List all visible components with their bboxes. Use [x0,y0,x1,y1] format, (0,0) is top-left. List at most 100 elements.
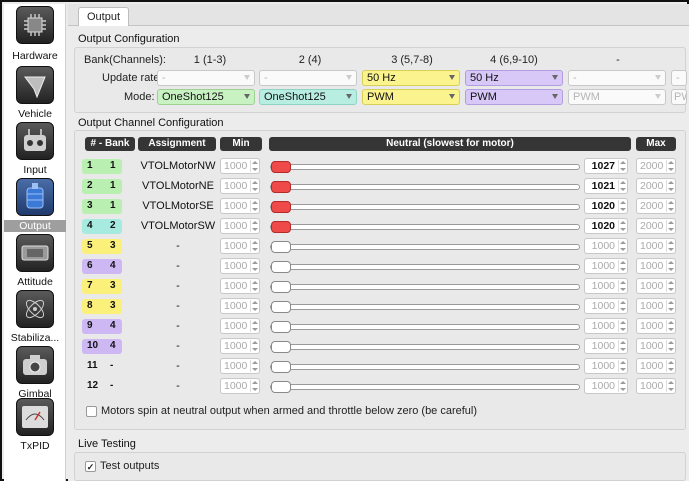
tab-output[interactable]: Output [78,7,130,27]
min-spinbox[interactable]: 1000 [220,318,260,334]
spin-arrows-icon[interactable] [618,340,626,352]
spin-arrows-icon[interactable] [250,300,258,312]
spin-arrows-icon[interactable] [666,280,674,292]
neutral-spinbox[interactable]: 1000 [584,278,628,294]
spin-arrows-icon[interactable] [250,320,258,332]
spin-arrows-icon[interactable] [618,320,626,332]
neutral-slider[interactable] [270,321,580,333]
max-spinbox[interactable]: 1000 [636,358,676,374]
spin-arrows-icon[interactable] [666,340,674,352]
bank-3-rate-select[interactable]: 50 Hz [362,70,460,86]
neutral-slider[interactable] [270,241,580,253]
spin-arrows-icon[interactable] [250,360,258,372]
max-spinbox[interactable]: 1000 [636,258,676,274]
spin-arrows-icon[interactable] [666,220,674,232]
neutral-slider[interactable] [270,301,580,313]
spin-arrows-icon[interactable] [666,200,674,212]
bank-6-rate-select[interactable]: - [671,70,687,86]
min-spinbox[interactable]: 1000 [220,358,260,374]
spin-arrows-icon[interactable] [250,280,258,292]
slider-handle[interactable] [271,361,291,373]
neutral-spinbox[interactable]: 1021 [584,178,628,194]
bank-4-rate-select[interactable]: 50 Hz [465,70,563,86]
neutral-spinbox[interactable]: 1000 [584,338,628,354]
max-spinbox[interactable]: 1000 [636,378,676,394]
max-spinbox[interactable]: 1000 [636,298,676,314]
spin-arrows-icon[interactable] [618,180,626,192]
slider-handle[interactable] [271,321,291,333]
neutral-spinbox[interactable]: 1020 [584,218,628,234]
max-spinbox[interactable]: 1000 [636,278,676,294]
slider-handle[interactable] [271,161,291,173]
min-spinbox[interactable]: 1000 [220,298,260,314]
min-spinbox[interactable]: 1000 [220,218,260,234]
spin-arrows-icon[interactable] [618,240,626,252]
neutral-spinbox[interactable]: 1000 [584,358,628,374]
max-spinbox[interactable]: 2000 [636,178,676,194]
neutral-slider[interactable] [270,161,580,173]
slider-handle[interactable] [271,341,291,353]
neutral-spinbox[interactable]: 1000 [584,258,628,274]
spin-arrows-icon[interactable] [666,300,674,312]
spin-arrows-icon[interactable] [250,340,258,352]
spin-arrows-icon[interactable] [250,220,258,232]
spin-arrows-icon[interactable] [250,240,258,252]
neutral-slider[interactable] [270,221,580,233]
max-spinbox[interactable]: 1000 [636,238,676,254]
neutral-spinbox[interactable]: 1000 [584,318,628,334]
bank-2-mode-select[interactable]: OneShot125 [259,89,357,105]
min-spinbox[interactable]: 1000 [220,198,260,214]
bank-5-rate-select[interactable]: - [568,70,666,86]
slider-handle[interactable] [271,381,291,393]
min-spinbox[interactable]: 1000 [220,258,260,274]
slider-handle[interactable] [271,301,291,313]
spin-arrows-icon[interactable] [250,260,258,272]
max-spinbox[interactable]: 2000 [636,198,676,214]
spin-arrows-icon[interactable] [666,380,674,392]
slider-handle[interactable] [271,281,291,293]
slider-handle[interactable] [271,201,291,213]
neutral-spinbox[interactable]: 1020 [584,198,628,214]
neutral-slider[interactable] [270,281,580,293]
spin-arrows-icon[interactable] [250,380,258,392]
spin-arrows-icon[interactable] [250,160,258,172]
spin-arrows-icon[interactable] [618,220,626,232]
spin-arrows-icon[interactable] [618,300,626,312]
max-spinbox[interactable]: 2000 [636,158,676,174]
motors-spin-checkbox[interactable] [86,406,97,417]
neutral-spinbox[interactable]: 1000 [584,298,628,314]
neutral-slider[interactable] [270,381,580,393]
sidebar-item-hardware[interactable]: Hardware [4,4,66,72]
bank-1-rate-select[interactable]: - [157,70,255,86]
spin-arrows-icon[interactable] [666,320,674,332]
neutral-slider[interactable] [270,341,580,353]
min-spinbox[interactable]: 1000 [220,378,260,394]
min-spinbox[interactable]: 1000 [220,178,260,194]
bank-5-mode-select[interactable]: PWM [568,89,666,105]
spin-arrows-icon[interactable] [618,360,626,372]
spin-arrows-icon[interactable] [618,160,626,172]
spin-arrows-icon[interactable] [666,240,674,252]
min-spinbox[interactable]: 1000 [220,158,260,174]
test-outputs-checkbox[interactable]: ✓ [85,461,96,472]
max-spinbox[interactable]: 1000 [636,338,676,354]
bank-4-mode-select[interactable]: PWM [465,89,563,105]
slider-handle[interactable] [271,261,291,273]
spin-arrows-icon[interactable] [250,180,258,192]
bank-6-mode-select[interactable]: PW [671,89,687,105]
spin-arrows-icon[interactable] [250,200,258,212]
slider-handle[interactable] [271,241,291,253]
min-spinbox[interactable]: 1000 [220,278,260,294]
bank-3-mode-select[interactable]: PWM [362,89,460,105]
spin-arrows-icon[interactable] [666,360,674,372]
min-spinbox[interactable]: 1000 [220,238,260,254]
bank-2-rate-select[interactable]: - [259,70,357,86]
neutral-slider[interactable] [270,181,580,193]
max-spinbox[interactable]: 2000 [636,218,676,234]
neutral-slider[interactable] [270,261,580,273]
spin-arrows-icon[interactable] [618,380,626,392]
max-spinbox[interactable]: 1000 [636,318,676,334]
neutral-slider[interactable] [270,361,580,373]
spin-arrows-icon[interactable] [666,180,674,192]
bank-1-mode-select[interactable]: OneShot125 [157,89,255,105]
